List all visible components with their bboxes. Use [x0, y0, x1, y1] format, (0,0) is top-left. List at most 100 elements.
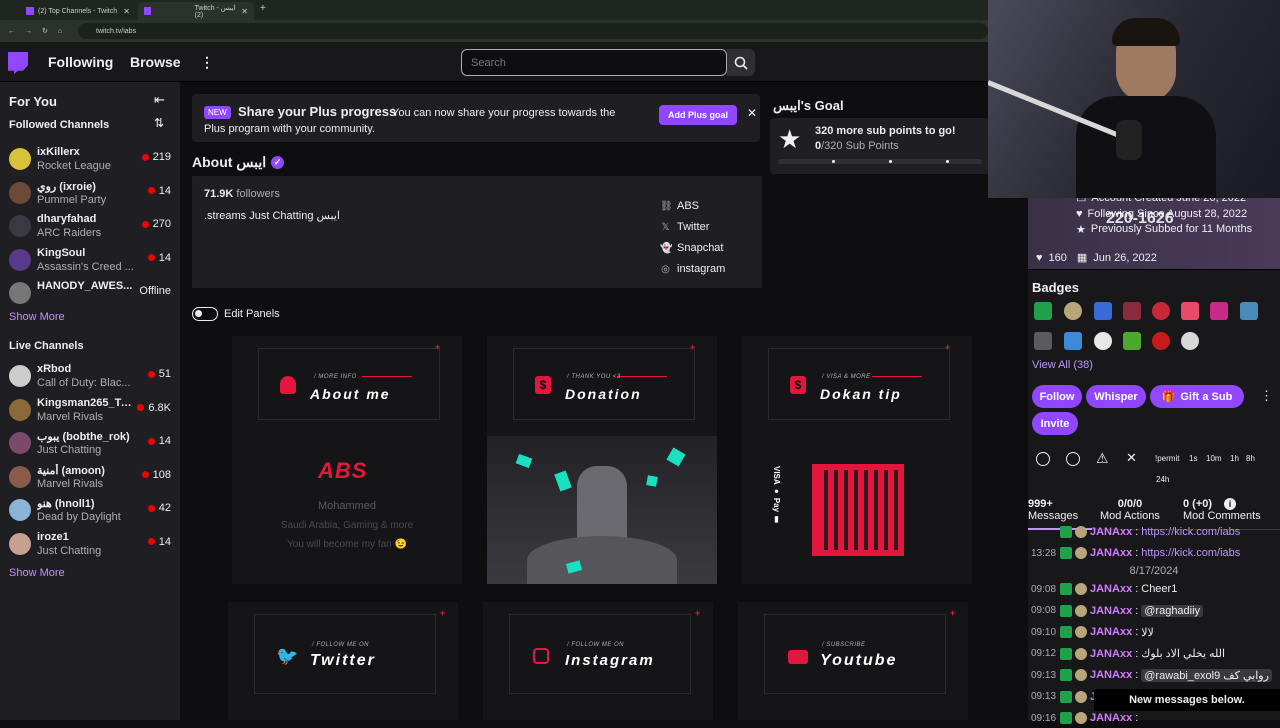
diamond-badge-icon[interactable] — [1240, 302, 1258, 320]
twitch-tab-icon — [144, 7, 151, 15]
tab-mod-actions[interactable]: 0/0/0 Mod Actions — [1100, 498, 1160, 522]
chat-link[interactable]: https://kick.com/iabs — [1141, 547, 1240, 559]
info-icon[interactable]: i — [1224, 498, 1237, 510]
red-badge-icon[interactable] — [1152, 332, 1170, 350]
sidebar-channel[interactable]: HANODY_AWES... Offline — [0, 277, 180, 311]
more-menu-icon[interactable]: ⋮ — [200, 54, 214, 71]
sidebar-channel[interactable]: يبوب (bobthe_rok) Just Chatting 14 — [0, 427, 180, 461]
arc-badge-icon[interactable] — [1094, 302, 1112, 320]
chat-text: @raghadiiy — [1141, 604, 1204, 617]
chat-username[interactable]: JANAxx — [1090, 583, 1132, 595]
sidebar-channel[interactable]: هنو (hnoll1) Dead by Daylight 42 — [0, 494, 180, 528]
sidebar-channel[interactable]: iroze1 Just Chatting 14 — [0, 528, 180, 562]
search-button[interactable] — [727, 49, 755, 76]
panel-instagram[interactable]: + / FOLLOW ME ON Instagram — [483, 602, 713, 720]
star-icon: ★ — [1076, 224, 1086, 236]
show-more-live[interactable]: Show More — [9, 567, 65, 579]
add-plus-goal-button[interactable]: Add Plus goal — [659, 105, 738, 125]
panel-about-me[interactable]: + / MORE INFO About me ABS Mohammed Saud… — [232, 336, 462, 584]
new-messages-banner[interactable]: New messages below. — [1094, 689, 1280, 711]
moderator-badge-icon — [1060, 626, 1072, 638]
chat-username[interactable]: JANAxx — [1090, 626, 1132, 638]
more-options-icon[interactable]: ⋮ — [1260, 388, 1273, 404]
skull-badge-icon[interactable] — [1094, 332, 1112, 350]
chat-username[interactable]: JANAxx — [1090, 547, 1132, 559]
chat-username[interactable]: JANAxx — [1090, 526, 1132, 538]
close-tab-icon[interactable]: ✕ — [123, 7, 130, 16]
whisper-button[interactable]: Whisper — [1086, 385, 1146, 408]
frog-badge-icon[interactable] — [1123, 332, 1141, 350]
browser-tab-active[interactable]: Twitch - ايبس (2) ✕ — [138, 2, 254, 20]
timeout-8h[interactable]: 8h — [1246, 454, 1255, 463]
moderator-badge-icon[interactable] — [1034, 302, 1052, 320]
timeout-24h[interactable]: 24h — [1156, 475, 1169, 484]
sidebar-channel[interactable]: KingSoul Assassin's Creed ... 14 — [0, 244, 180, 278]
following-link[interactable]: Following — [48, 54, 113, 70]
coin-badge-icon[interactable] — [1064, 302, 1082, 320]
heart-badge-icon[interactable] — [1181, 302, 1199, 320]
invite-button[interactable]: Invite — [1032, 412, 1078, 435]
toggle-switch[interactable] — [192, 307, 218, 321]
twitch-logo-icon[interactable] — [8, 52, 28, 74]
silver-badge-icon[interactable] — [1181, 332, 1199, 350]
timeout-clock-icon[interactable] — [1066, 452, 1080, 466]
view-all-badges-link[interactable]: View All (38) — [1032, 359, 1093, 371]
follow-button[interactable]: Follow — [1032, 385, 1082, 408]
chat-username[interactable]: JANAxx — [1090, 669, 1132, 681]
url-field[interactable]: twitch.tv/iabs — [78, 23, 988, 39]
chat-username[interactable]: JANAxx — [1090, 648, 1132, 660]
sidebar-channel[interactable]: Kingsman265_Tw... Marvel Rivals 6.8K — [0, 394, 180, 428]
tab-mod-comments[interactable]: 0 (+0) i Mod Comments — [1183, 498, 1261, 522]
sidebar-channel[interactable]: أمنية (amoon) Marvel Rivals 108 — [0, 461, 180, 495]
social-link-instagram[interactable]: ◎ instagram — [660, 263, 725, 275]
new-tab-button[interactable]: + — [260, 3, 266, 14]
timeout-1s[interactable]: 1s — [1189, 454, 1197, 463]
chat-username[interactable]: JANAxx — [1090, 605, 1132, 617]
sidebar-channel[interactable]: ixKillerx Rocket League 219 — [0, 143, 180, 177]
stripe-badge-icon[interactable] — [1034, 332, 1052, 350]
apex-badge-icon[interactable] — [1152, 302, 1170, 320]
panel-youtube[interactable]: + / SUBSCRIBE Youtube — [738, 602, 968, 720]
sidebar-channel[interactable]: dharyfahad ARC Raiders 270 — [0, 210, 180, 244]
sort-icon[interactable]: ⇅ — [154, 116, 164, 130]
close-tab-icon[interactable]: ✕ — [241, 7, 248, 16]
avatar — [9, 248, 31, 271]
show-more-followed[interactable]: Show More — [9, 311, 65, 323]
social-link-abs[interactable]: ⛓ ABS — [660, 200, 699, 212]
panel-donation[interactable]: + / THANK YOU <3 $ Donation — [487, 336, 717, 584]
home-icon[interactable]: ⌂ — [58, 28, 62, 35]
browse-link[interactable]: Browse — [130, 54, 181, 70]
chat-username[interactable]: JANAxx — [1090, 712, 1132, 724]
live-channels-heading: Live Channels — [9, 340, 84, 352]
cake-icon: ▦ — [1076, 252, 1088, 264]
forward-icon[interactable]: → — [25, 28, 32, 35]
browser-tab[interactable]: (2) Top Channels - Twitch ✕ — [20, 2, 136, 20]
gift-sub-button[interactable]: 🎁 Gift a Sub — [1150, 385, 1244, 408]
panel-dokan-tip[interactable]: + / VISA & MORE $ Dokan tip VISA ● Pay ▮ — [742, 336, 972, 584]
flame-badge-icon[interactable] — [1210, 302, 1228, 320]
social-link-twitter[interactable]: 𝕏 Twitter — [660, 221, 709, 233]
warning-icon[interactable]: ⚠ — [1096, 450, 1109, 467]
about-heading: About ايبس ✓ — [192, 154, 285, 171]
year-badge-icon[interactable] — [1064, 332, 1082, 350]
ban-icon[interactable] — [1036, 452, 1050, 466]
collapse-sidebar-icon[interactable]: ⇤ — [154, 92, 165, 108]
back-icon[interactable]: ← — [8, 28, 15, 35]
gaming-badge-icon[interactable] — [1123, 302, 1141, 320]
unmod-icon[interactable]: ✕ — [1126, 450, 1137, 466]
chat-link[interactable]: https://kick.com/iabs — [1141, 526, 1240, 538]
panel-twitter[interactable]: + / FOLLOW ME ON 🐦 Twitter — [228, 602, 458, 720]
browser-tab-bar: (2) Top Channels - Twitch ✕ Twitch - ايب… — [0, 0, 990, 20]
timeout-1h[interactable]: 1h — [1230, 454, 1239, 463]
timeout-permit[interactable]: !permit — [1155, 454, 1179, 463]
qr-code[interactable] — [812, 464, 904, 556]
goal-progress-bar — [778, 159, 982, 164]
edit-panels-toggle[interactable]: Edit Panels — [192, 307, 280, 321]
search-input[interactable] — [461, 49, 727, 76]
reload-icon[interactable]: ↻ — [42, 27, 48, 35]
sidebar-channel[interactable]: xRbod Call of Duty: Blac... 51 — [0, 360, 180, 394]
timeout-10m[interactable]: 10m — [1206, 454, 1222, 463]
close-icon[interactable]: ✕ — [747, 106, 757, 120]
social-link-snapchat[interactable]: 👻 Snapchat — [660, 242, 723, 254]
sidebar-channel[interactable]: روي (ixroie) Pummel Party 14 — [0, 177, 180, 211]
